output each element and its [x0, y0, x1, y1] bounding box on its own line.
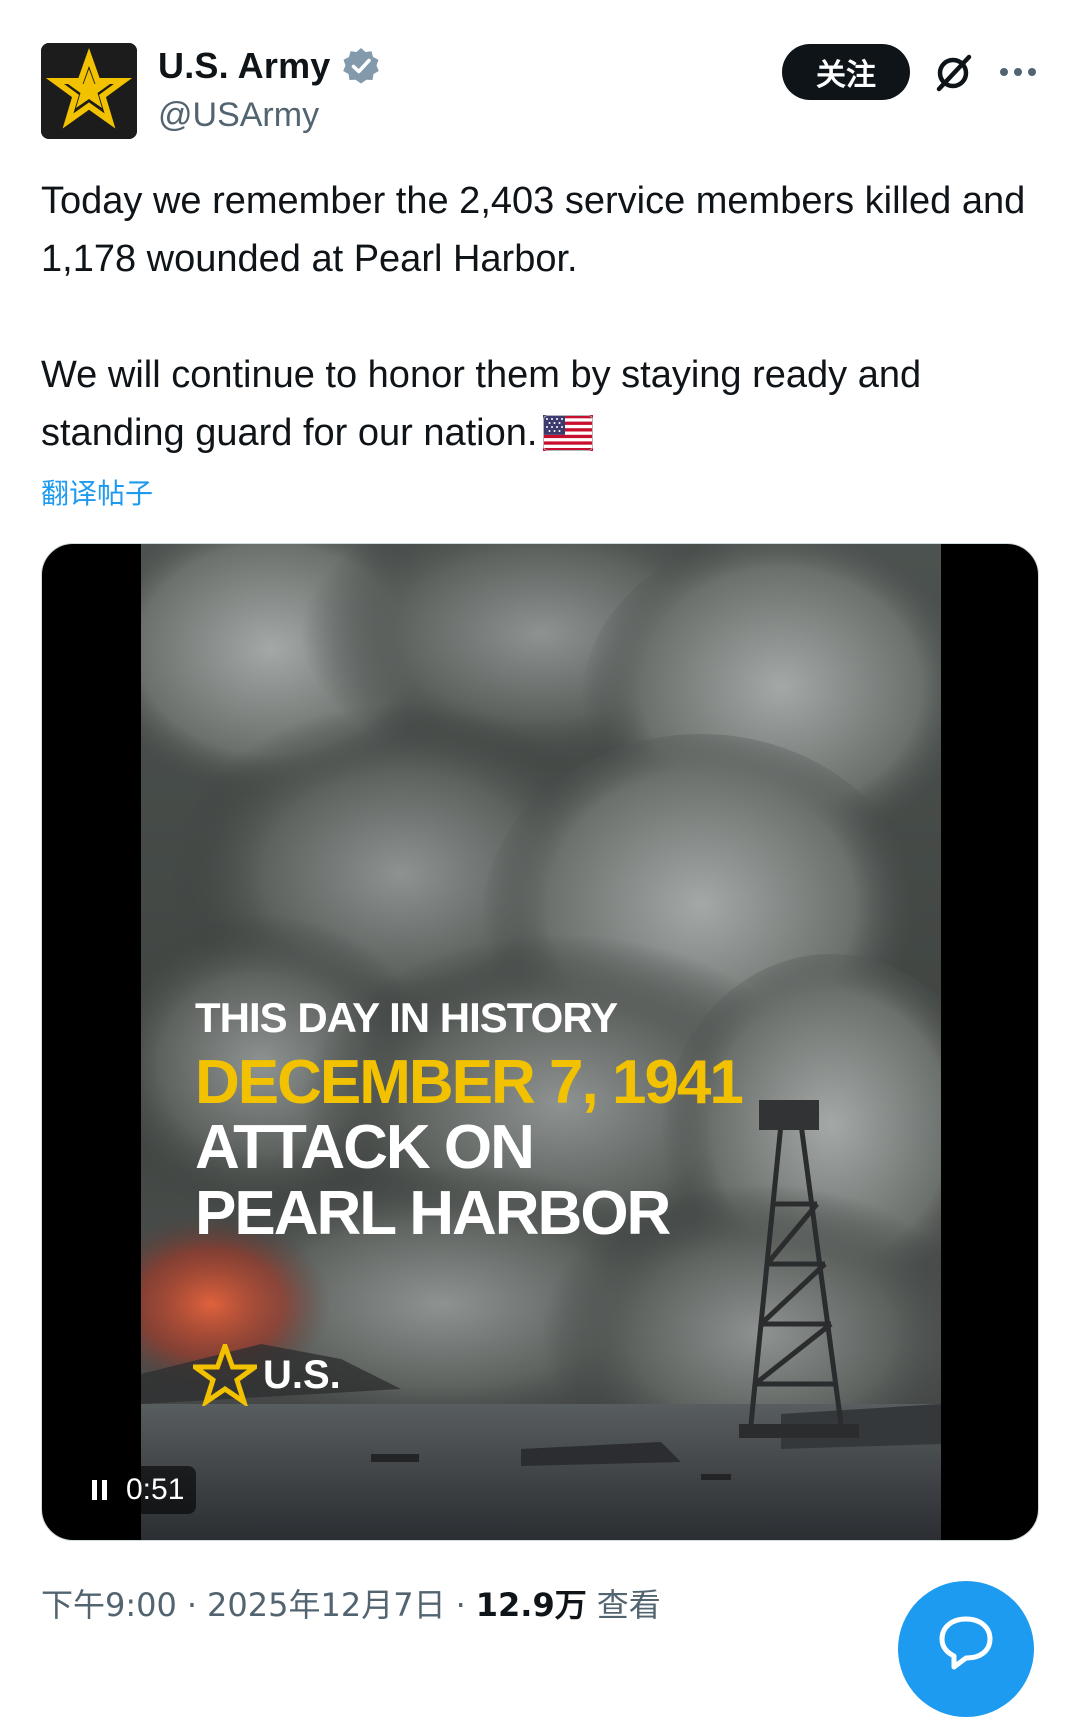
reply-fab-button[interactable] — [898, 1581, 1034, 1717]
meta-separator: · — [455, 1586, 466, 1624]
army-star-icon — [193, 1344, 257, 1406]
post-time[interactable]: 下午9:00 — [41, 1580, 177, 1626]
avatar[interactable] — [41, 43, 137, 139]
video-kicker-text: THIS DAY IN HISTORY — [195, 994, 618, 1041]
verified-badge-icon[interactable] — [341, 46, 381, 86]
meta-separator: · — [186, 1586, 198, 1624]
display-name[interactable]: U.S. Army — [158, 45, 331, 87]
tweet-paragraph-2: We will continue to honor them by stayin… — [41, 346, 1041, 468]
more-options-icon[interactable] — [996, 50, 1040, 94]
post-date[interactable]: 2025年12月7日 — [207, 1580, 446, 1626]
video-duration: 0:51 — [126, 1473, 185, 1506]
account-handle[interactable]: @USArmy — [158, 96, 381, 135]
video-headline-line1: ATTACK ON — [195, 1113, 535, 1182]
translate-post-link[interactable]: 翻译帖子 — [41, 472, 153, 512]
views-label[interactable]: 查看 — [597, 1580, 661, 1626]
account-header: U.S. Army @USArmy — [158, 42, 381, 135]
tweet-paragraph-1: Today we remember the 2,403 service memb… — [41, 180, 1026, 280]
tweet-text: Today we remember the 2,403 service memb… — [41, 172, 1041, 468]
tweet-paragraph-2-text: We will continue to honor them by stayin… — [41, 354, 922, 454]
video-frame[interactable]: THIS DAY IN HISTORY DECEMBER 7, 1941 ATT… — [141, 544, 941, 1540]
video-headline-line2: PEARL HARBOR — [195, 1179, 671, 1248]
play-pause-control[interactable]: 0:51 — [78, 1466, 197, 1514]
army-star-logo-icon — [41, 43, 137, 139]
video-date-text: DECEMBER 7, 1941 — [195, 1048, 744, 1117]
grok-icon[interactable] — [930, 48, 978, 96]
us-flag-icon — [543, 410, 594, 468]
pause-icon[interactable] — [88, 1478, 112, 1502]
video-player[interactable]: THIS DAY IN HISTORY DECEMBER 7, 1941 ATT… — [41, 543, 1039, 1541]
reply-bubble-icon — [939, 1616, 993, 1670]
video-brand-text: U.S. — [263, 1352, 341, 1397]
video-brand-mark: U.S. — [193, 1344, 341, 1406]
post-meta: 下午9:00 · 2025年12月7日 · 12.9万 查看 — [41, 1580, 661, 1626]
follow-button[interactable]: 关注 — [782, 44, 910, 100]
views-count[interactable]: 12.9万 — [476, 1580, 587, 1626]
